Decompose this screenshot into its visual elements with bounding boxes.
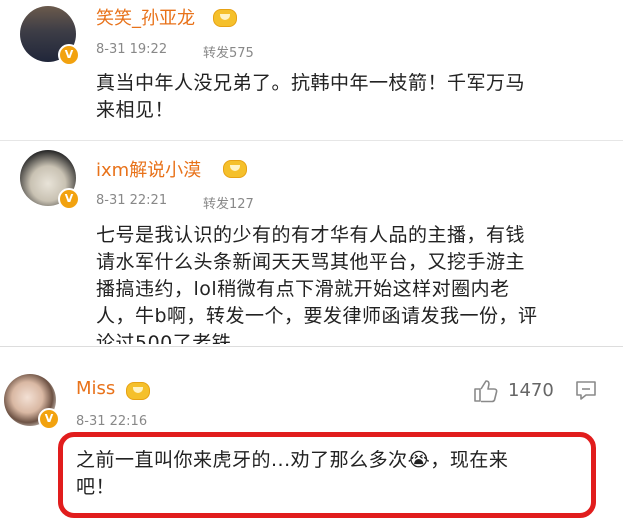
username[interactable]: Miss xyxy=(76,378,115,399)
comment-line: 七号是我认识的少有的有才华有人品的主播，有钱 xyxy=(96,224,526,246)
verified-badge-icon: V xyxy=(38,408,60,430)
timestamp: 8-31 19:22 xyxy=(96,42,168,57)
verified-badge-icon: V xyxy=(58,44,80,66)
timestamp: 8-31 22:21 xyxy=(96,193,168,208)
repost-count[interactable]: 转发127 xyxy=(203,193,254,212)
like-count: 1470 xyxy=(508,380,554,401)
comment-icon xyxy=(576,381,596,400)
like-button[interactable] xyxy=(472,378,500,404)
thumbs-up-icon xyxy=(474,380,498,403)
comment-line: 真当中年人没兄弟了。抗韩中年一枝箭！千军万马 xyxy=(96,72,526,94)
divider xyxy=(0,140,623,141)
comment-text: 真当中年人没兄弟了。抗韩中年一枝箭！千军万马 来相见！ xyxy=(96,70,616,124)
verified-badge-icon: V xyxy=(58,188,80,210)
avatar[interactable]: V xyxy=(20,6,80,66)
timestamp: 8-31 22:16 xyxy=(76,414,148,429)
comment-line: 播搞违约，lol稍微有点下滑就开始这样对圈内老 xyxy=(96,278,510,300)
comment-line: 人，牛b啊，转发一个，要发律师函请发我一份，评 xyxy=(96,305,538,327)
comment-text: 七号是我认识的少有的有才华有人品的主播，有钱 请水军什么头条新闻天天骂其他平台，… xyxy=(96,222,621,344)
vip-crown-icon xyxy=(126,382,150,400)
username[interactable]: 笑笑_孙亚龙 xyxy=(96,4,195,30)
comment-line: 之前一直叫你来虎牙的...劝了那么多次😭，现在来 xyxy=(76,449,509,471)
username[interactable]: ixm解说小漠 xyxy=(96,156,201,182)
comment-line: 来相见！ xyxy=(96,99,175,121)
comment-line: 请水军什么头条新闻天天骂其他平台，又挖手游主 xyxy=(96,251,526,273)
vip-crown-icon xyxy=(213,9,237,27)
avatar[interactable]: V xyxy=(4,374,60,430)
vip-crown-icon xyxy=(223,160,247,178)
reply-button[interactable] xyxy=(574,378,598,402)
avatar[interactable]: V xyxy=(20,150,80,210)
comment-line: 吧！ xyxy=(76,476,116,498)
repost-count[interactable]: 转发575 xyxy=(203,42,254,61)
comment-text: 之前一直叫你来虎牙的...劝了那么多次😭，现在来 吧！ xyxy=(76,447,586,501)
divider xyxy=(0,346,623,347)
comment-line: 论过500了老铁 xyxy=(96,332,232,344)
